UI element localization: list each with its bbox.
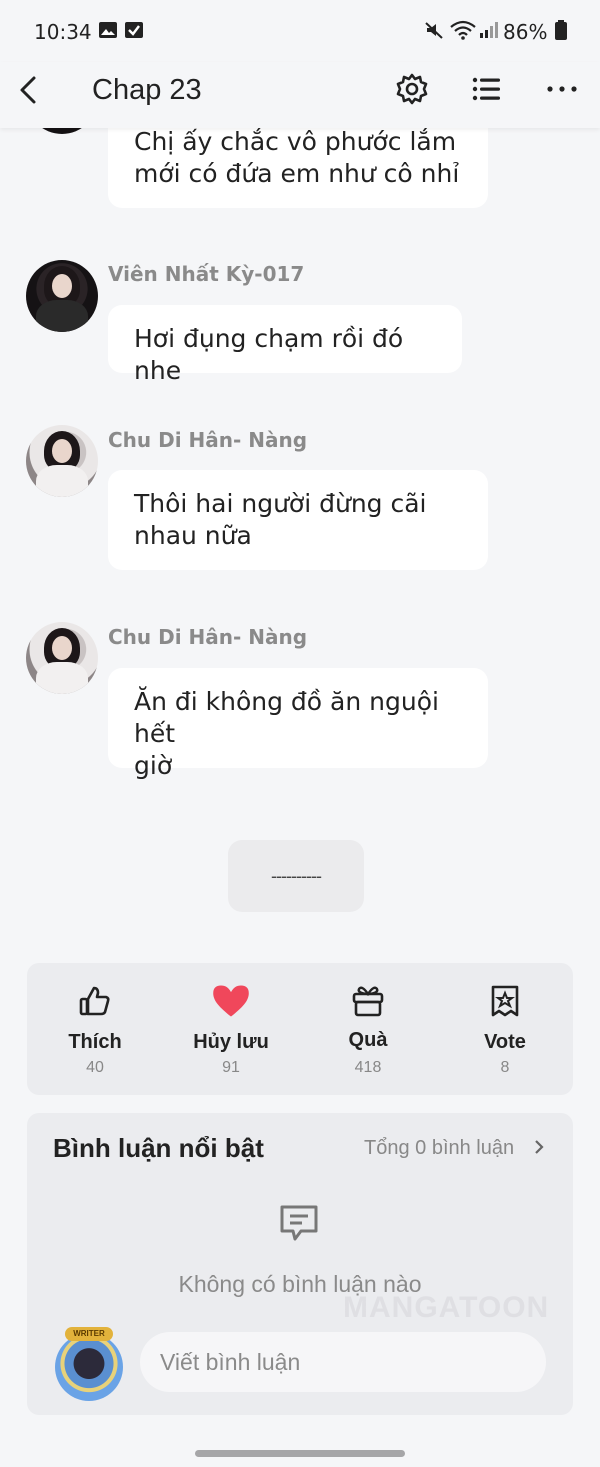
chapter-actions: Thích 40 Hủy lưu 91 Quà 418 Vote 8 <box>27 963 573 1095</box>
thumbs-up-icon <box>79 986 110 1016</box>
more-options-icon[interactable] <box>545 72 579 106</box>
clock: 10:34 <box>34 20 92 44</box>
gift-icon <box>352 986 384 1017</box>
writer-badge: WRITER <box>65 1327 113 1341</box>
message-bubble: Ăn đi không đồ ăn nguội hết giờ <box>108 668 488 780</box>
message-line: giờ <box>134 751 173 780</box>
comment-icon <box>280 1205 318 1241</box>
back-arrow-icon[interactable] <box>14 74 44 106</box>
message-line: Hơi đụng chạm rồi đó nhe <box>134 324 404 385</box>
heart-icon <box>213 985 249 1017</box>
avatar[interactable] <box>26 425 98 497</box>
vote-star-icon <box>491 985 519 1017</box>
message-bubble: Thôi hai người đừng cãi nhau nữa <box>108 470 488 570</box>
like-label: Thích <box>68 1031 122 1053</box>
username[interactable]: Chu Di Hân- Nàng <box>108 625 307 649</box>
username[interactable]: Viên Nhất Kỳ-017 <box>108 262 304 286</box>
battery-icon <box>555 20 567 40</box>
avatar[interactable] <box>26 622 98 694</box>
like-count: 40 <box>86 1059 104 1076</box>
message-line: mới có đứa em như cô nhỉ <box>134 159 460 188</box>
chapter-list-icon[interactable] <box>470 72 504 106</box>
gift-label: Quà <box>348 1029 388 1051</box>
like-button[interactable]: Thích 40 <box>27 963 163 1095</box>
mute-icon <box>425 22 443 39</box>
gear-icon[interactable] <box>395 72 429 106</box>
vote-count: 8 <box>500 1059 510 1076</box>
vote-button[interactable]: Vote 8 <box>437 963 573 1095</box>
unsave-button[interactable]: Hủy lưu 91 <box>163 963 299 1095</box>
wifi-icon <box>450 20 476 40</box>
avatar[interactable] <box>26 260 98 332</box>
watermark: MANGATOON <box>343 1291 550 1324</box>
message-line: Ăn đi không đồ ăn nguội hết <box>134 687 439 748</box>
my-avatar[interactable]: WRITER <box>55 1327 123 1401</box>
battery-percent: 86% <box>503 20 548 44</box>
comments-title: Bình luận nổi bật <box>53 1133 264 1163</box>
message-bubble: Hơi đụng chạm rồi đó nhe <box>108 305 462 385</box>
home-indicator[interactable] <box>195 1450 405 1457</box>
gift-count: 418 <box>354 1059 382 1076</box>
comments-total-link[interactable]: Tổng 0 bình luận <box>364 1137 514 1160</box>
comment-input[interactable]: Viết bình luận <box>140 1332 546 1392</box>
status-bar: 10:34 86% <box>0 0 600 62</box>
unsave-count: 91 <box>222 1059 240 1076</box>
message-line: nhau nữa <box>134 521 252 550</box>
checkbox-icon <box>125 22 143 38</box>
message-line: Chị ấy chắc vô phước lắm <box>134 127 457 156</box>
page-title: Chap 23 <box>92 74 202 106</box>
gift-button[interactable]: Quà 418 <box>300 963 436 1095</box>
chapter-end-divider: ---------- <box>228 840 364 912</box>
message-line: Thôi hai người đừng cãi <box>134 489 427 518</box>
chevron-right-icon[interactable] <box>531 1137 547 1157</box>
username[interactable]: Chu Di Hân- Nàng <box>108 428 307 452</box>
reader-screen: Chị ấy chắc vô phước lắm mới có đứa em n… <box>0 0 600 1467</box>
vote-label: Vote <box>484 1031 526 1053</box>
signal-icon <box>480 22 498 38</box>
app-bar: Chap 23 <box>0 62 600 128</box>
unsave-label: Hủy lưu <box>193 1031 269 1053</box>
gallery-icon <box>99 22 117 38</box>
featured-comments: Bình luận nổi bật Tổng 0 bình luận Không… <box>27 1113 573 1415</box>
